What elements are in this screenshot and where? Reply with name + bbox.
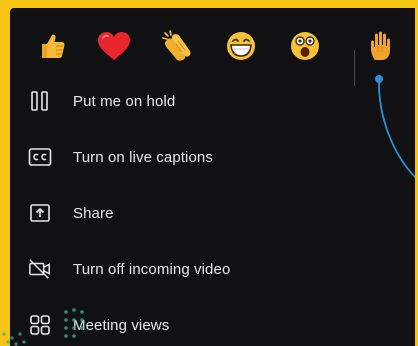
more-actions-menu: Put me on hold Turn on live captions Sha… [10,8,418,346]
applause-reaction-button[interactable] [158,26,198,66]
menu-item-label: Put me on hold [73,92,176,110]
video-off-icon [28,257,52,281]
clapping-hands-icon [162,30,191,61]
menu-item-live-captions[interactable]: Turn on live captions [10,135,340,179]
menu-item-put-on-hold[interactable]: Put me on hold [10,79,340,123]
reactions-bar [10,26,418,86]
like-reaction-button[interactable] [32,26,72,66]
surprised-reaction-button[interactable] [285,26,325,66]
heart-icon [98,32,130,60]
menu-item-label: Turn off incoming video [73,260,231,278]
raised-hand-icon [371,31,390,60]
grid-view-icon [28,313,52,337]
surprised-face-icon [291,32,319,60]
menu-item-label: Share [73,204,114,222]
thumbs-up-icon [42,34,65,58]
pause-icon [28,89,52,113]
reactions-divider [354,50,355,86]
raise-hand-button[interactable] [362,26,402,66]
menu-item-turn-off-incoming-video[interactable]: Turn off incoming video [10,247,340,291]
closed-captions-icon [28,145,52,169]
menu-item-label: Meeting views [73,316,170,334]
laugh-reaction-button[interactable] [221,26,261,66]
menu-item-label: Turn on live captions [73,148,213,166]
menu-item-share[interactable]: Share [10,191,340,235]
share-tray-icon [28,201,52,225]
callout-pointer [375,75,417,179]
love-reaction-button[interactable] [94,26,134,66]
menu-item-meeting-views[interactable]: Meeting views [10,303,340,346]
laughing-face-icon [227,32,255,60]
